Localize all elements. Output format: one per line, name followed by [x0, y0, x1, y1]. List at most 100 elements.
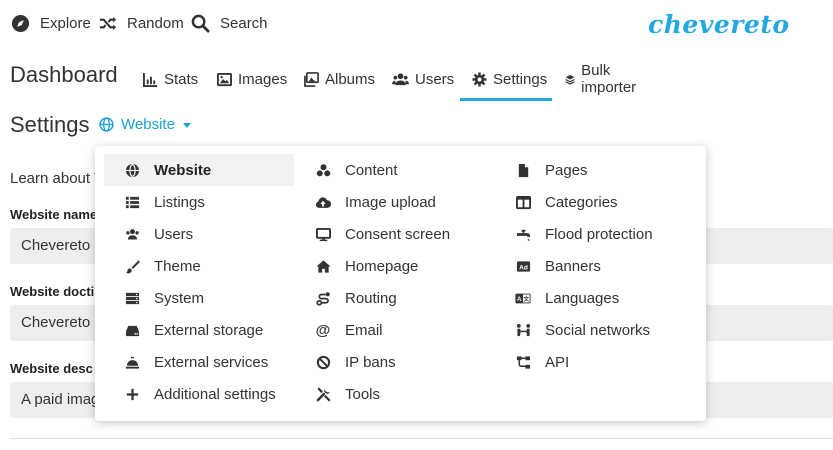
menu-item-languages[interactable]: A文 Languages [495, 282, 619, 314]
menu-item-tools[interactable]: Tools [295, 378, 380, 410]
layers-icon [565, 74, 575, 85]
section-select-label: Website [121, 116, 175, 133]
tab-bulk-importer[interactable]: Bulk importer [565, 62, 641, 101]
search-link[interactable]: Search [191, 14, 268, 33]
active-tab-indicator [460, 98, 552, 101]
menu-item-external-storage[interactable]: External storage [104, 314, 263, 346]
tab-albums-label: Albums [325, 70, 376, 88]
explore-link[interactable]: Explore [11, 14, 91, 33]
menu-item-flood-protection[interactable]: Flood protection [495, 218, 653, 250]
compass-icon [11, 14, 30, 33]
menu-item-label: Categories [545, 193, 618, 211]
chart-icon [143, 72, 158, 87]
tab-images[interactable]: Images [217, 67, 287, 101]
menu-item-system[interactable]: System [104, 282, 204, 314]
menu-item-label: Additional settings [154, 385, 276, 403]
menu-item-homepage[interactable]: Homepage [295, 250, 418, 282]
menu-item-label: System [154, 289, 205, 307]
menu-item-additional-settings[interactable]: Additional settings [104, 378, 276, 410]
shapes-icon [315, 162, 331, 178]
website-description-label: Website desc [10, 361, 93, 376]
users-icon [124, 226, 140, 242]
settings-title: Settings [10, 112, 90, 137]
menu-item-label: Image upload [345, 193, 436, 211]
menu-item-email[interactable]: @ Email [295, 314, 383, 346]
menu-item-label: External services [154, 353, 269, 371]
images-icon [304, 71, 319, 87]
menu-item-label: IP bans [345, 353, 396, 371]
menu-item-label: Social networks [545, 321, 651, 339]
ban-icon [315, 354, 331, 370]
menu-item-banners[interactable]: Ad Banners [495, 250, 601, 282]
hdd-icon [124, 322, 140, 338]
cloud-upload-icon [315, 194, 331, 210]
menu-item-website[interactable]: Website [104, 154, 294, 186]
menu-item-pages[interactable]: Pages [495, 154, 588, 186]
globe-icon [99, 117, 114, 132]
random-label: Random [127, 15, 184, 32]
sitemap-icon [515, 354, 531, 370]
home-icon [315, 258, 331, 274]
menu-item-label: Theme [154, 257, 201, 275]
paintbrush-icon [124, 258, 140, 274]
top-navbar: Explore Random Search chevereto [0, 0, 833, 50]
menu-item-routing[interactable]: Routing [295, 282, 397, 314]
menu-item-label: Users [154, 225, 194, 243]
settings-section-dropdown-toggle[interactable]: Website [99, 116, 191, 133]
menu-item-ip-bans[interactable]: IP bans [295, 346, 396, 378]
tab-images-label: Images [238, 70, 288, 88]
gear-icon [472, 71, 487, 87]
tab-users[interactable]: Users [392, 67, 454, 101]
at-icon: @ [315, 321, 331, 339]
svg-text:A: A [517, 296, 522, 303]
menu-item-label: Listings [154, 193, 205, 211]
menu-item-categories[interactable]: Categories [495, 186, 618, 218]
menu-item-label: Banners [545, 257, 601, 275]
learn-about-text: Learn about W [10, 170, 109, 187]
search-label: Search [220, 15, 268, 32]
settings-section-menu: Website Listings Users Theme System Exte… [95, 146, 706, 421]
menu-item-label: Pages [545, 161, 588, 179]
shuffle-icon [99, 16, 117, 31]
tab-settings[interactable]: Settings [472, 67, 547, 101]
svg-text:Ad: Ad [519, 264, 528, 271]
menu-item-external-services[interactable]: External services [104, 346, 268, 378]
menu-item-content[interactable]: Content [295, 154, 398, 186]
menu-item-label: Website [154, 161, 212, 179]
desktop-icon [315, 226, 331, 242]
image-icon [217, 72, 232, 86]
menu-item-social-networks[interactable]: Social networks [495, 314, 650, 346]
menu-item-users[interactable]: Users [104, 218, 193, 250]
svg-text:文: 文 [523, 295, 529, 303]
menu-item-api[interactable]: API [495, 346, 569, 378]
menu-item-listings[interactable]: Listings [104, 186, 205, 218]
menu-item-label: Content [345, 161, 398, 179]
menu-item-label: Languages [545, 289, 620, 307]
menu-item-image-upload[interactable]: Image upload [295, 186, 436, 218]
random-link[interactable]: Random [98, 14, 184, 33]
tools-icon [315, 386, 331, 402]
faucet-icon [515, 226, 531, 242]
tab-users-label: Users [415, 70, 455, 88]
columns-icon [515, 194, 531, 210]
menu-item-consent-screen[interactable]: Consent screen [295, 218, 450, 250]
globe-icon [124, 162, 140, 178]
menu-item-label: Email [345, 321, 383, 339]
explore-label: Explore [40, 15, 91, 32]
list-icon [124, 194, 140, 210]
chevereto-logo[interactable]: chevereto [648, 10, 790, 39]
server-icon [124, 290, 140, 306]
divider [10, 438, 833, 439]
tab-settings-label: Settings [493, 70, 548, 88]
menu-item-label: Flood protection [545, 225, 653, 243]
tab-stats[interactable]: Stats [143, 67, 198, 101]
caret-down-icon [182, 123, 191, 128]
website-doctitle-label: Website docti [10, 284, 95, 299]
menu-item-label: Consent screen [345, 225, 451, 243]
concierge-bell-icon [124, 354, 140, 370]
menu-item-theme[interactable]: Theme [104, 250, 201, 282]
ad-icon: Ad [515, 258, 531, 274]
menu-item-label: Tools [345, 385, 381, 403]
tab-albums[interactable]: Albums [304, 67, 375, 101]
people-arrows-icon [515, 322, 531, 338]
